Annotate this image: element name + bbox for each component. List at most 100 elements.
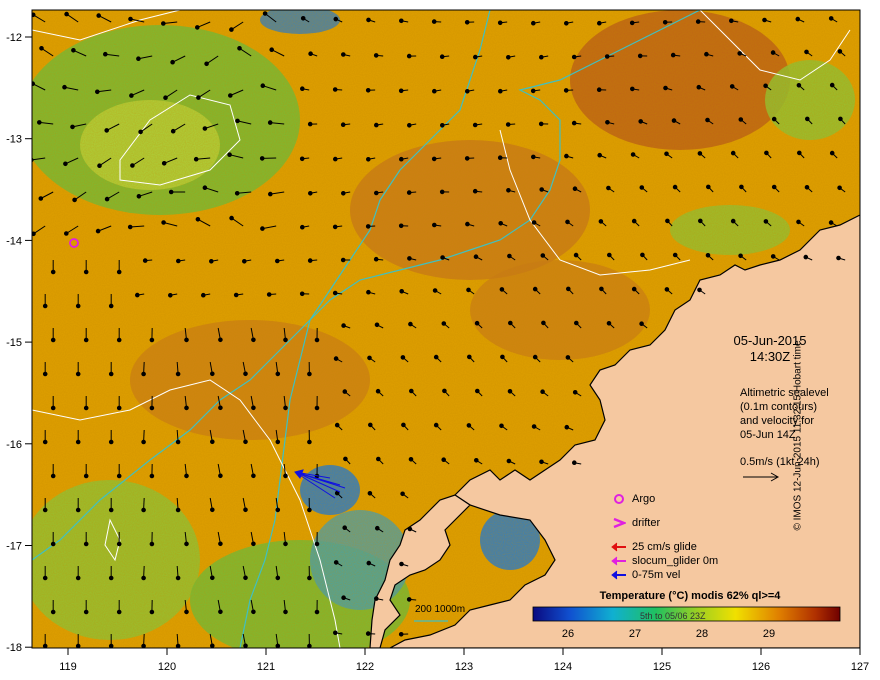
velocity-arrow-head bbox=[235, 118, 240, 124]
velocity-arrow-head bbox=[267, 120, 273, 125]
velocity-arrow-head bbox=[275, 575, 281, 581]
velocity-arrow-head bbox=[300, 16, 306, 21]
velocity-arrow-head bbox=[259, 156, 265, 161]
velocity-arrow-head bbox=[499, 423, 504, 429]
velocity-arrow-head bbox=[193, 156, 199, 162]
velocity-arrow-head bbox=[596, 87, 602, 92]
velocity-arrow-head bbox=[83, 609, 89, 615]
velocity-arrow-head bbox=[706, 184, 711, 190]
velocity-arrow-head bbox=[574, 320, 579, 326]
velocity-arrow-head bbox=[629, 20, 635, 26]
velocity-arrow-head bbox=[268, 191, 273, 197]
velocity-arrow-head bbox=[283, 405, 288, 411]
velocity-arrow-head bbox=[374, 122, 379, 128]
velocity-arrow-head bbox=[149, 405, 155, 411]
velocity-arrow-head bbox=[251, 405, 256, 411]
velocity-arrow-head bbox=[175, 439, 181, 445]
colorbar-tick-label: 28 bbox=[696, 628, 708, 640]
y-tick-label: -12 bbox=[6, 32, 22, 44]
velocity-arrow-head bbox=[209, 259, 214, 264]
velocity-arrow-head bbox=[64, 231, 69, 236]
blue-arrow-icon bbox=[610, 570, 628, 580]
velocity-arrow-head bbox=[341, 191, 346, 196]
velocity-arrow-head bbox=[243, 507, 248, 513]
isobath-legend-label: 200 1000m bbox=[415, 604, 466, 615]
velocity-arrow-head bbox=[539, 459, 544, 465]
velocity-arrow-head bbox=[266, 292, 272, 297]
velocity-arrow-head bbox=[64, 11, 69, 17]
velocity-arrow-head bbox=[283, 337, 288, 343]
velocity-arrow-head bbox=[433, 422, 439, 428]
legend-vel-label: 0-75m vel bbox=[632, 568, 681, 581]
velocity-arrow-head bbox=[141, 643, 146, 648]
velocity-arrow-head bbox=[95, 89, 100, 95]
velocity-arrow-head bbox=[696, 84, 702, 90]
legend-drifter-label: drifter bbox=[632, 516, 661, 529]
velocity-arrow-head bbox=[597, 152, 603, 158]
velocity-arrow-head bbox=[300, 224, 305, 230]
velocity-arrow-head bbox=[75, 303, 81, 309]
velocity-arrow-head bbox=[75, 575, 81, 581]
velocity-arrow-head bbox=[38, 196, 44, 201]
velocity-arrow-head bbox=[498, 88, 503, 94]
date-block: 05-Jun-2015 14:30Z bbox=[700, 333, 840, 365]
velocity-arrow-head bbox=[333, 156, 338, 162]
velocity-arrow-head bbox=[398, 223, 404, 229]
velocity-arrow-head bbox=[805, 116, 810, 122]
legend-glide-label: 25 cm/s glide bbox=[632, 540, 697, 553]
velocity-arrow-head bbox=[638, 119, 644, 124]
velocity-arrow-head bbox=[398, 632, 404, 637]
velocity-arrow-head bbox=[42, 507, 48, 513]
velocity-arrow-head bbox=[32, 81, 35, 86]
velocity-arrow-head bbox=[229, 215, 234, 221]
velocity-arrow-head bbox=[829, 82, 835, 88]
velocity-arrow-head bbox=[366, 289, 371, 295]
velocity-arrow-head bbox=[730, 150, 736, 156]
velocity-arrow-head bbox=[283, 609, 288, 615]
velocity-arrow-head bbox=[539, 54, 544, 60]
velocity-arrow-head bbox=[202, 126, 208, 131]
velocity-arrow-head bbox=[218, 405, 223, 411]
velocity-arrow-head bbox=[227, 152, 232, 157]
velocity-arrow-head bbox=[210, 371, 215, 377]
velocity-arrow-head bbox=[141, 371, 146, 377]
legend-glide: 25 cm/s glide bbox=[610, 540, 718, 554]
velocity-arrow-head bbox=[607, 252, 612, 258]
colorbar-tick-label: 29 bbox=[763, 628, 775, 640]
velocity-arrow-head bbox=[365, 88, 371, 93]
velocity-arrow-head bbox=[262, 11, 268, 16]
velocity-arrow-head bbox=[541, 320, 546, 326]
velocity-arrow-head bbox=[275, 258, 280, 264]
velocity-arrow-head bbox=[739, 184, 744, 190]
velocity-arrow-head bbox=[83, 405, 89, 411]
velocity-arrow-head bbox=[406, 53, 412, 59]
velocity-arrow-head bbox=[63, 161, 68, 167]
velocity-arrow-head bbox=[275, 643, 281, 648]
y-tick-label: -17 bbox=[6, 541, 22, 553]
velocity-arrow-head bbox=[195, 217, 201, 222]
velocity-arrow-head bbox=[83, 473, 89, 479]
velocity-arrow-head bbox=[803, 254, 809, 260]
velocity-arrow-head bbox=[630, 86, 635, 92]
velocity-arrow-head bbox=[606, 321, 612, 326]
legend-slocum-label: slocum_glider 0m bbox=[632, 554, 719, 567]
velocity-arrow-head bbox=[170, 128, 176, 134]
velocity-arrow-head bbox=[771, 184, 777, 190]
velocity-arrow-head bbox=[75, 439, 81, 445]
velocity-arrow-head bbox=[184, 541, 189, 547]
velocity-arrow-head bbox=[431, 19, 437, 24]
velocity-arrow-head bbox=[540, 389, 545, 395]
velocity-arrow-head bbox=[409, 388, 414, 394]
velocity-arrow-head bbox=[565, 219, 570, 225]
colorbar-tick-label: 27 bbox=[629, 628, 641, 640]
velocity-arrow-head bbox=[175, 507, 181, 513]
velocity-arrow-head bbox=[341, 323, 346, 328]
velocity-arrow-head bbox=[116, 337, 122, 343]
velocity-arrow-head bbox=[374, 190, 379, 196]
y-tick-label: -16 bbox=[6, 439, 22, 451]
velocity-arrow-head bbox=[572, 460, 577, 466]
velocity-arrow-head bbox=[563, 88, 569, 93]
map-date: 05-Jun-2015 bbox=[733, 333, 807, 348]
velocity-arrow-head bbox=[507, 389, 513, 394]
velocity-arrow-head bbox=[368, 422, 373, 428]
